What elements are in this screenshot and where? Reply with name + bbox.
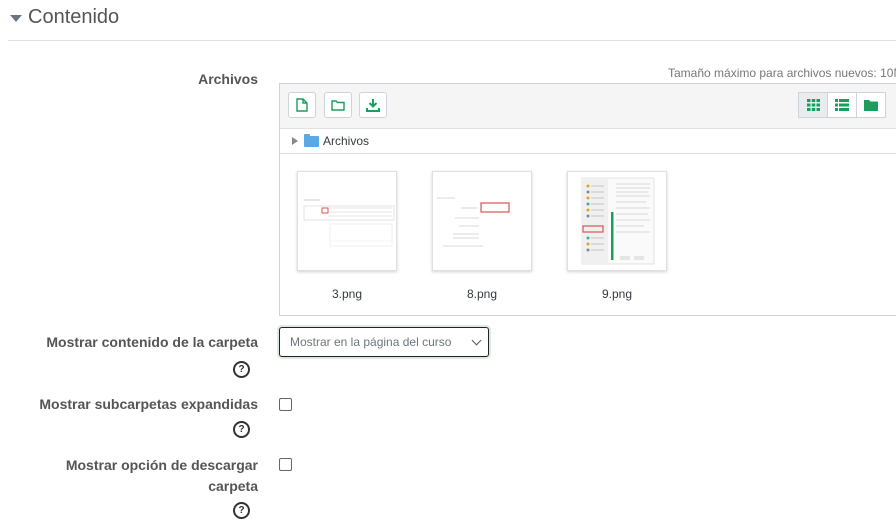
show-subfolders-label: Mostrar subcarpetas expandidas [39,396,258,412]
thumbnail-preview-image [433,172,531,270]
section-title: Contenido [28,6,120,28]
add-file-button[interactable] [288,92,316,118]
chevron-down-icon [471,335,482,346]
download-all-button[interactable] [359,92,387,118]
section-divider [8,40,896,41]
display-mode-select[interactable]: Mostrar en la página del curso [279,327,489,357]
list-view-icon [835,99,849,111]
file-item[interactable]: 9.png [567,171,667,301]
help-icon[interactable]: ? [233,502,250,519]
file-manager: Archivos 3.png 8.png 9.png [279,83,896,316]
files-label: Archivos [198,71,258,87]
thumbnail-preview-image [568,172,666,270]
folder-icon [304,133,319,147]
file-name: 8.png [466,287,498,301]
display-mode-selected-value: Mostrar en la página del curso [290,335,452,349]
download-icon [366,99,380,112]
download-option-label-line2: carpeta [208,478,258,494]
thumbnail-preview-image [298,172,396,270]
collapse-caret-icon[interactable] [10,15,22,22]
help-icon[interactable]: ? [233,361,250,378]
file-name: 3.png [331,287,363,301]
help-icon[interactable]: ? [233,421,250,438]
file-manager-toolbar [280,84,896,129]
breadcrumb-folder-label[interactable]: Archivos [323,134,369,148]
folder-outline-icon [331,100,345,111]
file-thumbnail[interactable] [567,171,667,271]
file-thumbnail[interactable] [297,171,397,271]
max-size-text: Tamaño máximo para archivos nuevos: 10MB [668,66,896,80]
file-thumbnail[interactable] [432,171,532,271]
tree-view-button[interactable] [856,92,886,118]
download-option-label-line1: Mostrar opción de descargar [65,457,258,473]
download-option-checkbox[interactable] [279,458,292,471]
view-toggle-group [798,92,886,118]
breadcrumb: Archivos [280,129,896,154]
section-header[interactable]: Contenido [10,6,119,29]
file-item[interactable]: 3.png [297,171,397,301]
file-name: 9.png [601,287,633,301]
grid-view-icon [806,99,820,111]
grid-view-button[interactable] [798,92,828,118]
file-icon [296,98,308,112]
list-view-button[interactable] [827,92,857,118]
expand-triangle-icon[interactable] [292,137,298,145]
display-content-label: Mostrar contenido de la carpeta [46,334,258,350]
show-subfolders-checkbox[interactable] [279,398,292,411]
create-folder-button[interactable] [324,92,352,118]
tree-view-icon [864,100,878,111]
file-item[interactable]: 8.png [432,171,532,301]
